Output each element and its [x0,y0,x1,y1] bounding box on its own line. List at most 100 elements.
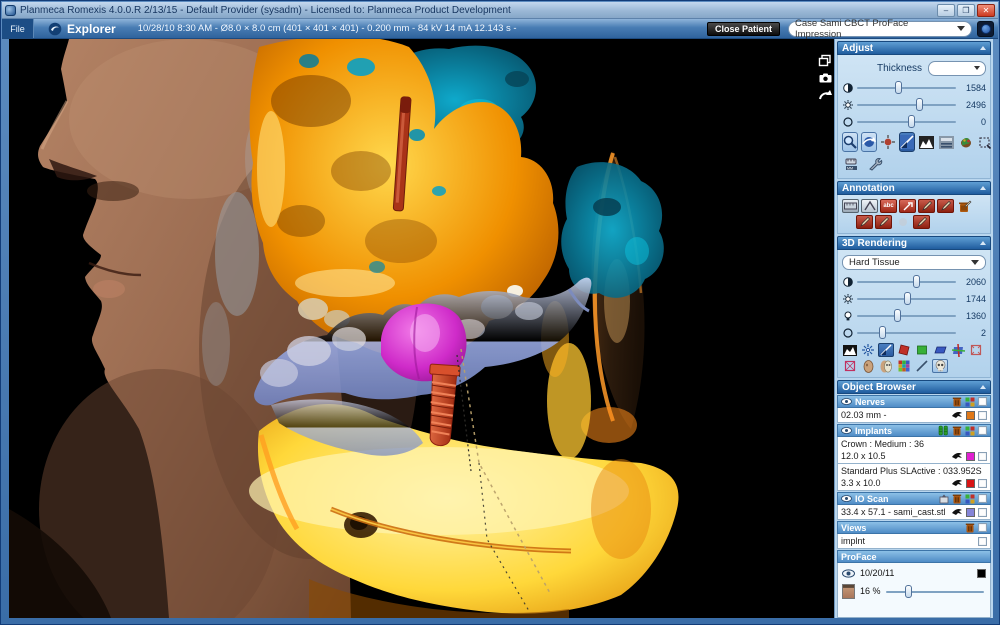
gamma-slider[interactable] [857,115,956,128]
rotate-view-icon[interactable] [819,90,832,101]
slider-thumb[interactable] [904,292,911,305]
rotate-3d-tool[interactable] [861,132,877,152]
case-selector[interactable]: Case Sami CBCT ProFace Impression [788,21,972,37]
adjust-panel-header[interactable]: Adjust [837,41,991,55]
io-scan-item-checkbox[interactable] [978,508,987,517]
trash-icon[interactable] [965,522,975,533]
thickness-select[interactable] [928,61,986,76]
draw-annotation-4[interactable] [875,215,892,229]
render-threshold-slider[interactable] [857,326,956,339]
volume-box-tool[interactable] [842,359,858,373]
maximize-button[interactable]: ❐ [957,4,975,17]
snapshot-region-tool[interactable] [977,132,992,152]
slider-thumb[interactable] [894,309,901,322]
group-grid-icon[interactable] [965,426,975,436]
draw-annotation-5[interactable] [913,215,930,229]
render-lighting-slider[interactable] [857,309,956,322]
triplane-tool[interactable] [950,343,966,357]
levels-tool[interactable] [938,132,955,152]
axial-plane-tool[interactable] [932,343,948,357]
slider-thumb[interactable] [879,326,886,339]
trash-icon[interactable] [952,493,962,504]
histogram-tool[interactable] [842,343,858,357]
nerves-section-header[interactable]: Nerves [837,395,991,408]
io-scan-color-chip[interactable] [966,508,975,517]
view-item-row[interactable]: implnt [837,534,991,549]
transform-tool[interactable] [880,132,896,152]
draw-annotation-3[interactable] [856,215,873,229]
trash-icon[interactable] [952,396,962,407]
angle-annotation[interactable] [861,199,878,213]
skin-skull-tool[interactable] [878,359,894,373]
proface-color-chip[interactable] [977,569,986,578]
trash-icon[interactable] [952,425,962,436]
implant-color-chip[interactable] [966,479,975,488]
close-patient-button[interactable]: Close Patient [707,22,780,36]
windowing-tool[interactable] [878,343,894,357]
implants-section-header[interactable]: Implants [837,424,991,437]
proface-thumbnail[interactable] [842,584,855,599]
skull-tool[interactable] [932,359,948,373]
color-map-tool[interactable] [896,359,912,373]
arrow-annotation[interactable] [899,199,916,213]
slider-thumb[interactable] [905,585,912,598]
restore-layout-icon[interactable] [819,55,831,66]
clip-box-tool[interactable] [968,343,984,357]
render-contrast-slider[interactable] [857,275,956,288]
lighting-tool[interactable] [860,343,876,357]
slider-thumb[interactable] [895,81,902,94]
implant-item-checkbox[interactable] [978,452,987,461]
windowing-tool[interactable] [899,132,915,152]
slider-thumb[interactable] [908,115,915,128]
nerve-item-row[interactable]: 02.03 mm - [837,408,991,423]
views-section-header[interactable]: Views [837,521,991,534]
delete-annotations[interactable] [956,199,973,213]
annotation-panel-header[interactable]: Annotation [837,181,991,195]
show-in-3d-icon[interactable] [952,508,963,516]
nerves-checkbox[interactable] [978,397,987,406]
nerve-color-chip[interactable] [966,411,975,420]
3d-viewport[interactable] [9,39,834,618]
io-scan-item-row[interactable]: 33.4 x 57.1 - sami_cast.stl [837,505,991,520]
io-scan-checkbox[interactable] [978,494,987,503]
show-in-3d-icon[interactable] [952,411,963,419]
measure-tool[interactable]: MM [842,154,862,174]
3d-rendering-panel-header[interactable]: 3D Rendering [837,236,991,250]
settings-wrench-tool[interactable] [865,154,885,174]
rendering-preset-select[interactable]: Hard Tissue [842,255,986,270]
close-button[interactable]: ✕ [977,4,995,17]
views-checkbox[interactable] [978,523,987,532]
io-scan-section-header[interactable]: IO Scan [837,492,991,505]
color-preset-tool[interactable] [958,132,974,152]
brightness-slider[interactable] [857,98,956,111]
explorer-button[interactable]: Explorer [48,22,116,36]
implant-pair-icon[interactable] [938,425,949,436]
group-grid-icon[interactable] [965,494,975,504]
soft-tissue-tool[interactable] [860,359,876,373]
implant-item-checkbox[interactable] [978,479,987,488]
help-button[interactable] [977,21,994,37]
draw-annotation-1[interactable] [918,199,935,213]
implant-color-chip[interactable] [966,452,975,461]
nerve-item-checkbox[interactable] [978,411,987,420]
export-icon[interactable] [939,494,949,504]
render-brightness-slider[interactable] [857,292,956,305]
zoom-tool[interactable] [842,132,858,152]
minimize-button[interactable]: – [937,4,955,17]
slider-thumb[interactable] [916,98,923,111]
show-in-3d-icon[interactable] [952,479,963,487]
ruler-annotation[interactable] [842,199,859,213]
slice-line-tool[interactable] [914,359,930,373]
file-menu[interactable]: File [2,19,34,38]
slider-thumb[interactable] [913,275,920,288]
proface-section-header[interactable]: ProFace [837,550,991,563]
implant-item-row[interactable]: Crown : Medium : 36 12.0 x 10.5 [837,437,991,464]
proface-opacity-slider[interactable] [886,585,984,598]
show-in-3d-icon[interactable] [952,452,963,460]
implants-checkbox[interactable] [978,426,987,435]
sagittal-plane-tool[interactable] [896,343,912,357]
draw-annotation-2[interactable] [937,199,954,213]
coronal-plane-tool[interactable] [914,343,930,357]
object-browser-header[interactable]: Object Browser [837,380,991,394]
camera-snapshot-icon[interactable] [819,73,832,83]
